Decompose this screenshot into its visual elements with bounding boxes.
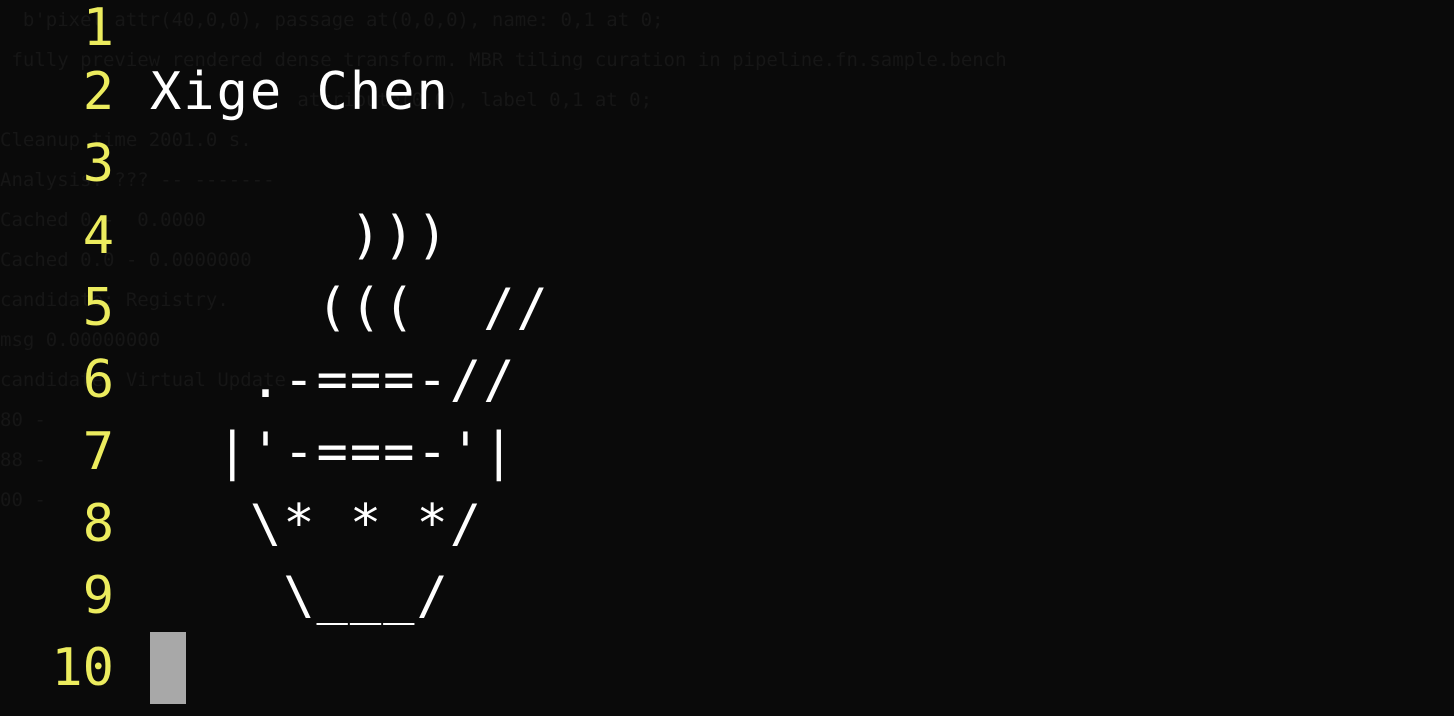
- editor-line-7[interactable]: 7 |'-===-'|: [0, 416, 1454, 488]
- line-number: 5: [82, 278, 114, 338]
- line-number: 6: [82, 350, 114, 410]
- line-text[interactable]: ))): [150, 200, 450, 272]
- terminal-editor[interactable]: b'pixel attr(40,0,0), passage at(0,0,0),…: [0, 0, 1454, 716]
- editor-line-2[interactable]: 2 Xige Chen: [0, 56, 1454, 128]
- editor-line-6[interactable]: 6 .-===-//: [0, 344, 1454, 416]
- line-number: 10: [51, 638, 114, 698]
- editor-line-8[interactable]: 8 \* * */: [0, 488, 1454, 560]
- line-number: 7: [82, 422, 114, 482]
- line-number: 4: [82, 206, 114, 266]
- text-cursor: [150, 632, 186, 704]
- line-text[interactable]: .-===-//: [150, 344, 516, 416]
- line-number: 1: [82, 0, 114, 58]
- line-number: 3: [82, 134, 114, 194]
- editor-line-9[interactable]: 9 \___/: [0, 560, 1454, 632]
- line-text[interactable]: Xige Chen: [150, 56, 450, 128]
- editor-line-3[interactable]: 3: [0, 128, 1454, 200]
- line-number: 8: [82, 494, 114, 554]
- editor-line-10[interactable]: 10: [0, 632, 1454, 704]
- line-number: 9: [82, 566, 114, 626]
- editor-lines: 1 2 Xige Chen 3 4 ))) 5 ((( // 6 .-===-/…: [0, 0, 1454, 704]
- line-text[interactable]: ((( //: [150, 272, 550, 344]
- line-text[interactable]: |'-===-'|: [150, 416, 516, 488]
- editor-line-4[interactable]: 4 ))): [0, 200, 1454, 272]
- line-text[interactable]: \* * */: [150, 488, 483, 560]
- line-text[interactable]: \___/: [150, 560, 450, 632]
- editor-line-5[interactable]: 5 ((( //: [0, 272, 1454, 344]
- editor-line-1[interactable]: 1: [0, 0, 1454, 56]
- line-number: 2: [82, 62, 114, 122]
- line-text-with-cursor[interactable]: [150, 632, 186, 704]
